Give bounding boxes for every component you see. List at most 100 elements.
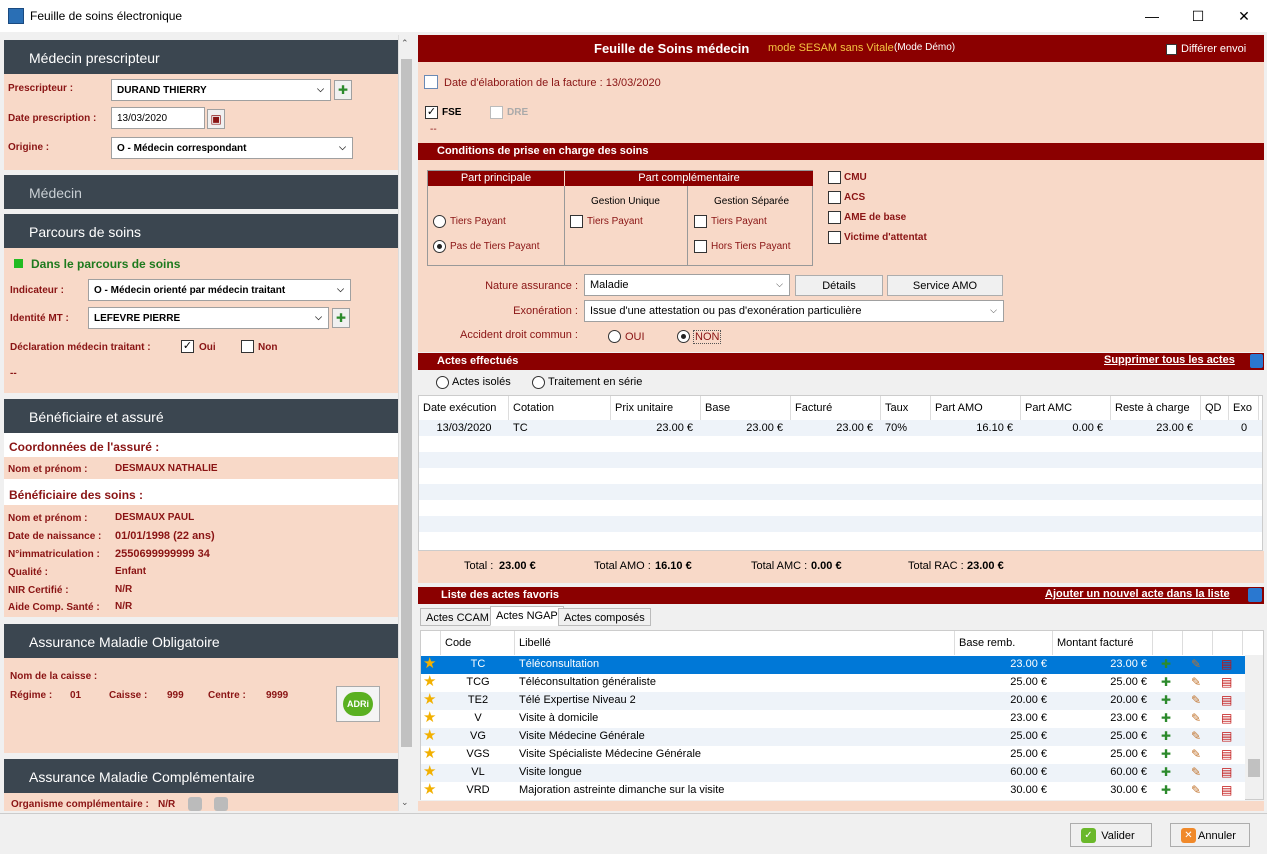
service-amo-button[interactable]: Service AMO	[887, 275, 1003, 296]
actes-column-header[interactable]: Prix unitaire	[611, 396, 701, 420]
principale-tiers-payant-radio[interactable]	[433, 215, 446, 228]
principale-pas-tiers-payant-radio[interactable]	[433, 240, 446, 253]
identite-mt-select[interactable]: LEFEVRE PIERRE ⌵	[88, 307, 329, 329]
traitement-serie-radio[interactable]	[532, 376, 545, 389]
actes-column-header[interactable]: Part AMO	[931, 396, 1021, 420]
nature-select[interactable]: Maladie ⌵	[584, 274, 790, 296]
star-icon[interactable]: ★	[423, 656, 436, 672]
delete-icon[interactable]: ▤	[1221, 674, 1232, 690]
minimize-button[interactable]: —	[1129, 0, 1175, 32]
favoris-column-header[interactable]: Code	[441, 631, 515, 655]
left-scrollbar[interactable]: ⌃ ⌄	[398, 35, 413, 811]
pencil-icon[interactable]: ✎	[1191, 710, 1201, 726]
star-icon[interactable]: ★	[423, 674, 436, 690]
delete-icon[interactable]: ▤	[1221, 710, 1232, 726]
valider-button[interactable]: ✓ Valider	[1070, 823, 1152, 847]
favoris-column-header[interactable]: Base remb.	[955, 631, 1053, 655]
star-icon[interactable]: ★	[423, 746, 436, 762]
pencil-icon[interactable]: ✎	[1191, 728, 1201, 744]
origine-select[interactable]: O - Médecin correspondant ⌵	[111, 137, 353, 159]
add-icon[interactable]: ✚	[1161, 656, 1171, 672]
annuler-button[interactable]: ✕ Annuler	[1170, 823, 1250, 847]
tab-actes-ccam[interactable]: Actes CCAM	[420, 608, 495, 626]
star-icon[interactable]: ★	[423, 764, 436, 780]
date-prescription-input[interactable]: 13/03/2020	[111, 107, 205, 129]
actes-column-header[interactable]: Base	[701, 396, 791, 420]
supprimer-actes-link[interactable]: Supprimer tous les actes	[1104, 354, 1235, 366]
add-icon[interactable]: ✚	[1161, 728, 1171, 744]
add-icon[interactable]: ✚	[1161, 764, 1171, 780]
trash-icon[interactable]	[1250, 354, 1263, 368]
hors-tiers-payant-checkbox[interactable]	[694, 240, 707, 253]
add-icon[interactable]: ✚	[1161, 674, 1171, 690]
actes-table[interactable]: Date exécution Cotation Prix unitaire Base F…	[418, 395, 1263, 551]
actes-column-header[interactable]: Part AMC	[1021, 396, 1111, 420]
star-icon[interactable]: ★	[423, 710, 436, 726]
favoris-table[interactable]: Code Libellé Base remb. Montant facturé ★ TC T…	[420, 630, 1264, 800]
actes-column-header[interactable]: Exo	[1229, 396, 1259, 420]
indicateur-select[interactable]: O - Médecin orienté par médecin traitant…	[88, 279, 351, 301]
actes-column-header[interactable]: Taux	[881, 396, 931, 420]
victime-checkbox[interactable]	[828, 231, 841, 244]
delete-icon[interactable]: ▤	[1221, 782, 1232, 798]
declaration-non-checkbox[interactable]	[241, 340, 254, 353]
list-item[interactable]: ★ TE2 Télé Expertise Niveau 2 20.00 € 20.00 …	[421, 692, 1245, 710]
delete-icon[interactable]: ▤	[1221, 656, 1232, 672]
adri-button[interactable]: ADRi	[336, 686, 380, 722]
acs-checkbox[interactable]	[828, 191, 841, 204]
favoris-column-header[interactable]: Libellé	[515, 631, 955, 655]
separee-tiers-payant-checkbox[interactable]	[694, 215, 707, 228]
dre-checkbox[interactable]	[490, 106, 503, 119]
star-icon[interactable]: ★	[423, 728, 436, 744]
add-icon[interactable]: ✚	[1161, 746, 1171, 762]
chevron-up-icon[interactable]: ⌃	[401, 38, 409, 49]
chevron-down-icon[interactable]: ⌄	[401, 797, 409, 808]
list-item[interactable]: ★ VG Visite Médecine Générale 25.00 € 25.00 …	[421, 728, 1245, 746]
unique-tiers-payant-checkbox[interactable]	[570, 215, 583, 228]
pencil-icon[interactable]: ✎	[1191, 692, 1201, 708]
scroll-thumb[interactable]	[1248, 759, 1260, 777]
add-prescripteur-button[interactable]: ✚	[334, 80, 352, 100]
close-button[interactable]: ✕	[1221, 0, 1267, 32]
favoris-column-header[interactable]: Montant facturé	[1053, 631, 1153, 655]
favoris-scrollbar[interactable]	[1245, 655, 1263, 799]
tab-actes-composes[interactable]: Actes composés	[558, 608, 651, 626]
list-item[interactable]: ★ VL Visite longue 60.00 € 60.00 € ✚ ✎ ▤	[421, 764, 1245, 782]
calendar-icon[interactable]: ▣	[207, 109, 225, 129]
actes-column-header[interactable]: Date exécution	[419, 396, 509, 420]
pencil-icon[interactable]: ✎	[1191, 782, 1201, 798]
table-row[interactable]: 13/03/2020 TC 23.00 € 23.00 € 23.00 € 70% 16.1…	[419, 420, 1262, 436]
delete-icon[interactable]: ▤	[1221, 692, 1232, 708]
actes-column-header[interactable]: Reste à charge	[1111, 396, 1201, 420]
ame-checkbox[interactable]	[828, 211, 841, 224]
list-item[interactable]: ★ TC Téléconsultation 23.00 € 23.00 € ✚ ✎ ▤	[421, 656, 1245, 674]
search-icon[interactable]	[188, 797, 202, 811]
star-icon[interactable]: ★	[423, 782, 436, 798]
tab-actes-ngap[interactable]: Actes NGAP	[490, 606, 564, 626]
delete-icon[interactable]: ▤	[1221, 746, 1232, 762]
actes-column-header[interactable]: Cotation	[509, 396, 611, 420]
ajouter-acte-link[interactable]: Ajouter un nouvel acte dans la liste	[1045, 588, 1230, 600]
pencil-icon[interactable]: ✎	[1191, 746, 1201, 762]
search-icon[interactable]	[1248, 588, 1262, 602]
scroll-thumb[interactable]	[401, 59, 412, 747]
pencil-icon[interactable]: ✎	[1191, 674, 1201, 690]
pencil-icon[interactable]: ✎	[1191, 764, 1201, 780]
prescripteur-select[interactable]: DURAND THIERRY ⌵	[111, 79, 331, 101]
medecin-header[interactable]: Médecin	[4, 175, 398, 209]
cmu-checkbox[interactable]	[828, 171, 841, 184]
delete-icon[interactable]: ▤	[1221, 728, 1232, 744]
person-icon[interactable]	[214, 797, 228, 811]
actes-column-header[interactable]: QD	[1201, 396, 1229, 420]
list-item[interactable]: ★ TCG Téléconsultation généraliste 25.00 € 2…	[421, 674, 1245, 692]
list-item[interactable]: ★ VGS Visite Spécialiste Médecine Générale…	[421, 746, 1245, 764]
differer-checkbox[interactable]	[1166, 44, 1177, 55]
accident-oui-radio[interactable]	[608, 330, 621, 343]
exoneration-select[interactable]: Issue d'une attestation ou pas d'exonéra…	[584, 300, 1004, 322]
actes-column-header[interactable]: Facturé	[791, 396, 881, 420]
pencil-icon[interactable]: ✎	[1191, 656, 1201, 672]
list-item[interactable]: ★ V Visite à domicile 23.00 € 23.00 € ✚ ✎ ▤	[421, 710, 1245, 728]
add-icon[interactable]: ✚	[1161, 782, 1171, 798]
star-icon[interactable]: ★	[423, 692, 436, 708]
list-item[interactable]: ★ VRD Majoration astreinte dimanche sur la…	[421, 782, 1245, 800]
